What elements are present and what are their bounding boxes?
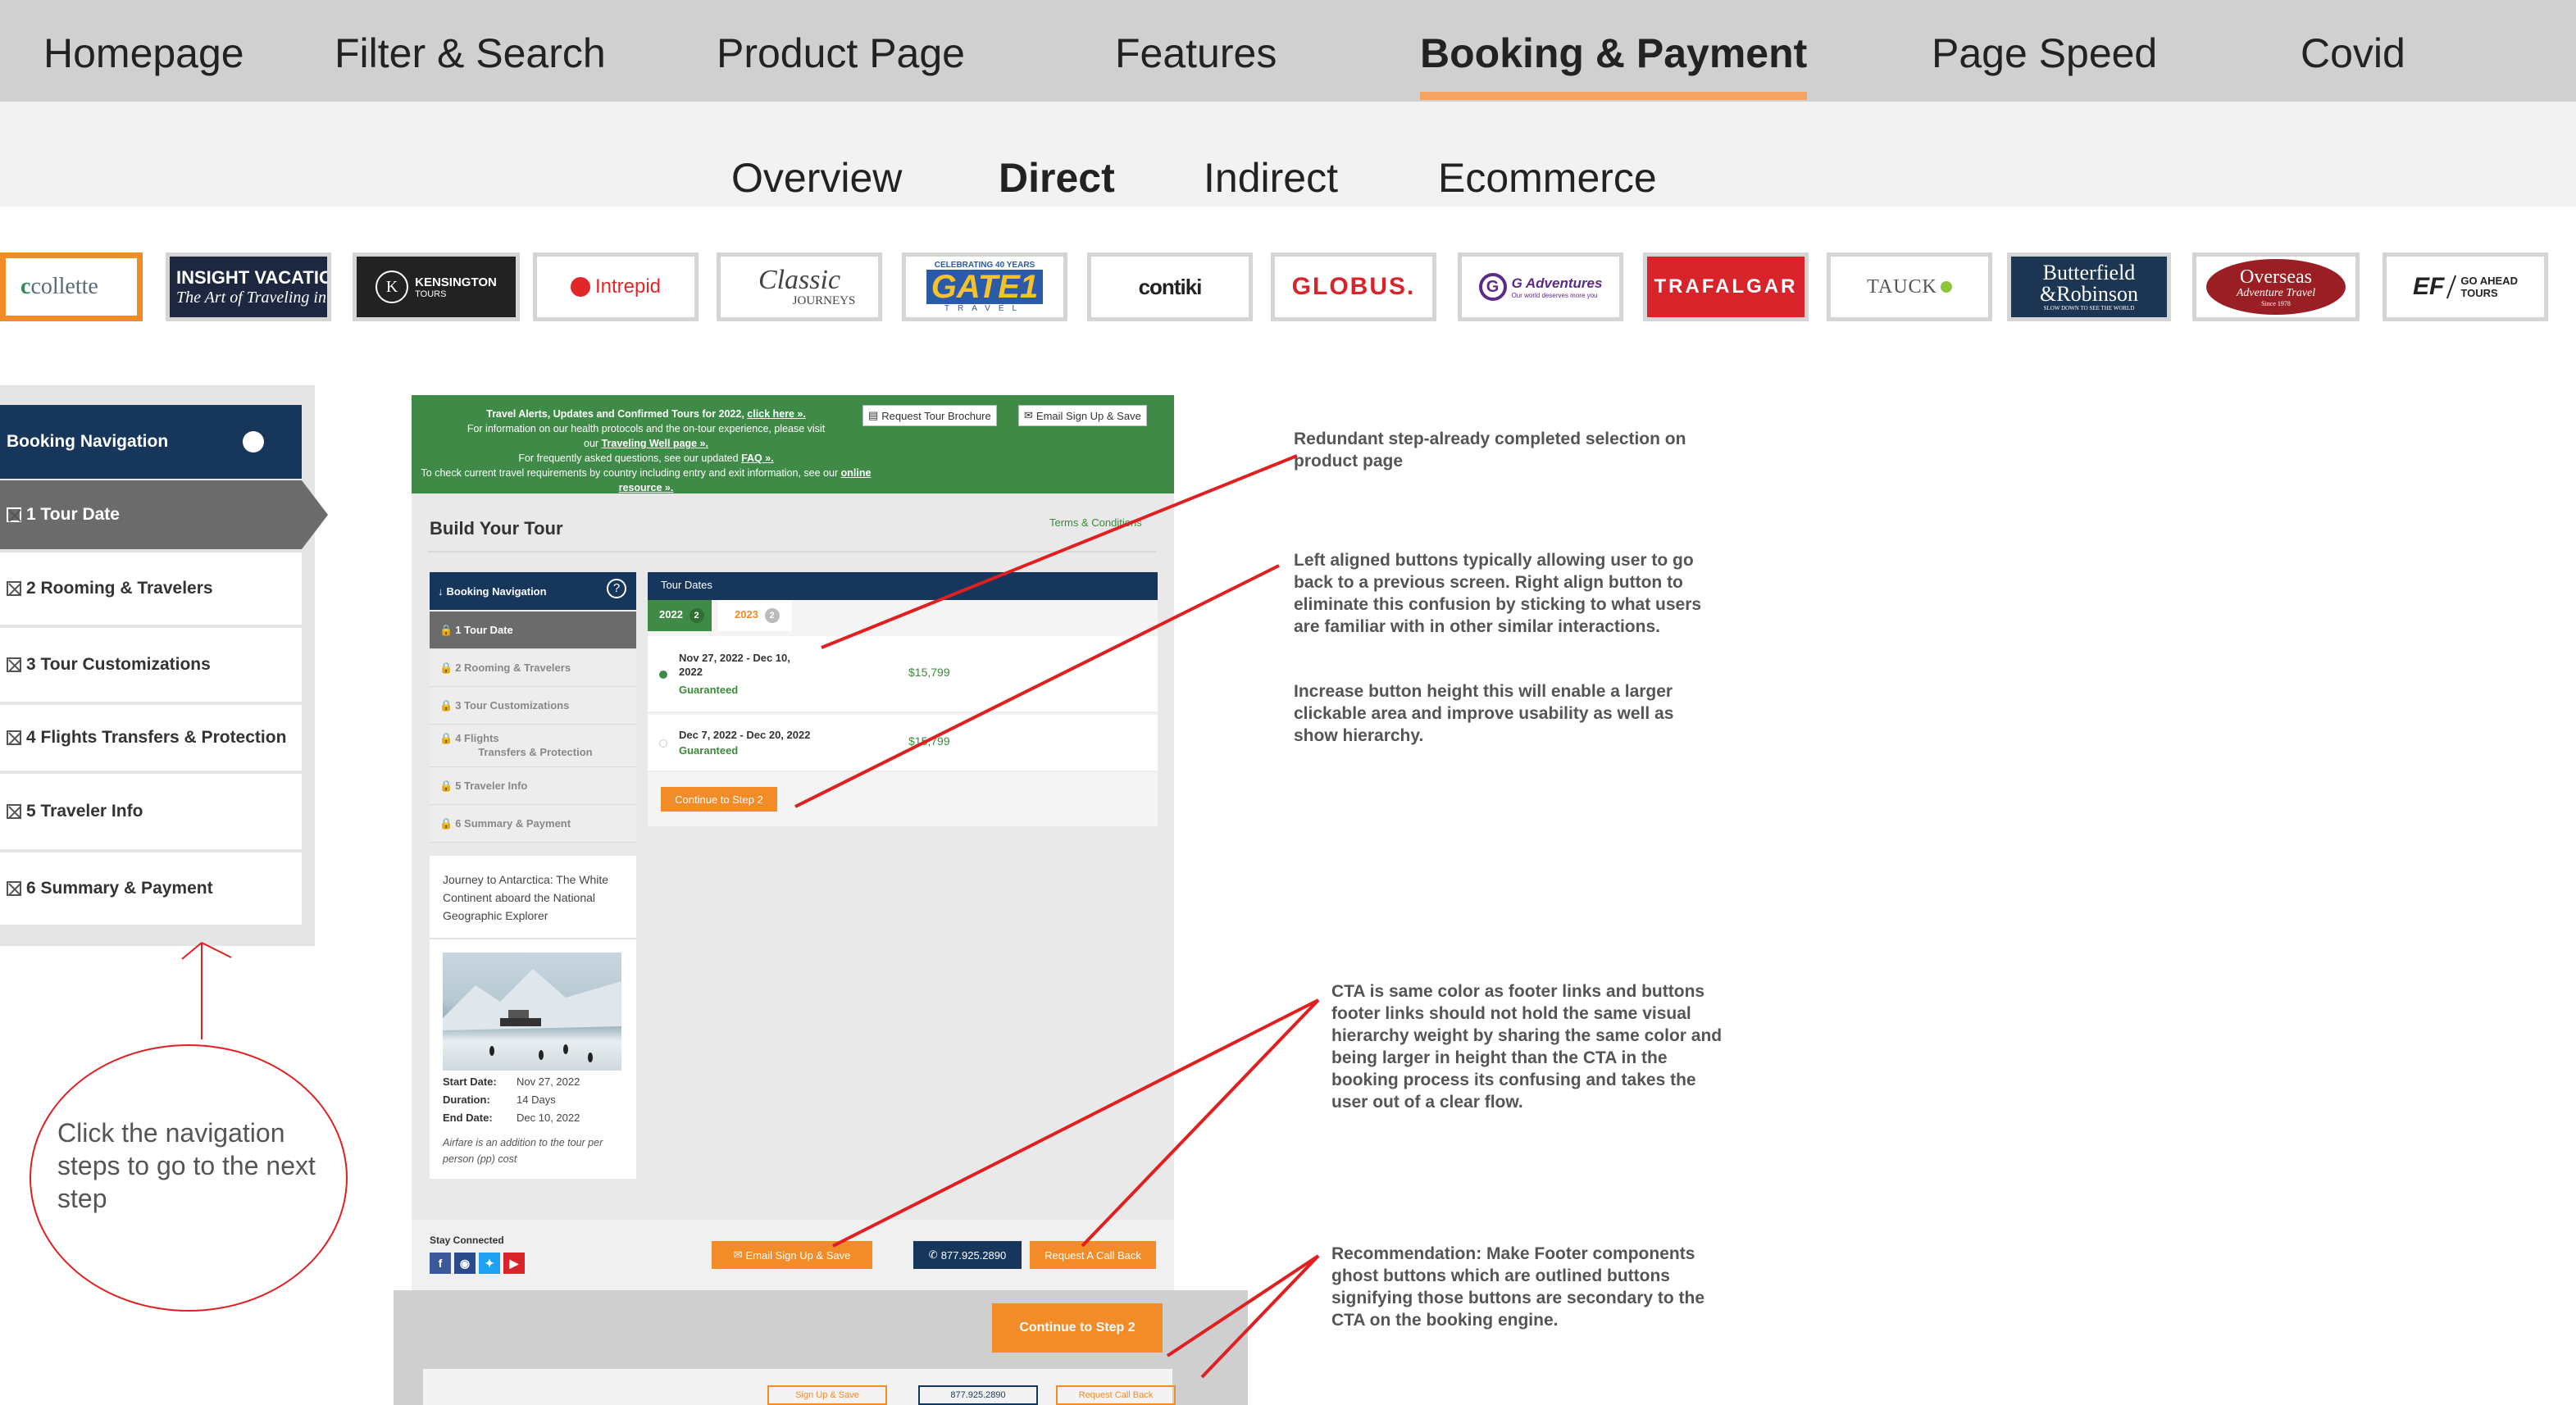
annotation-lines — [181, 454, 1320, 1379]
